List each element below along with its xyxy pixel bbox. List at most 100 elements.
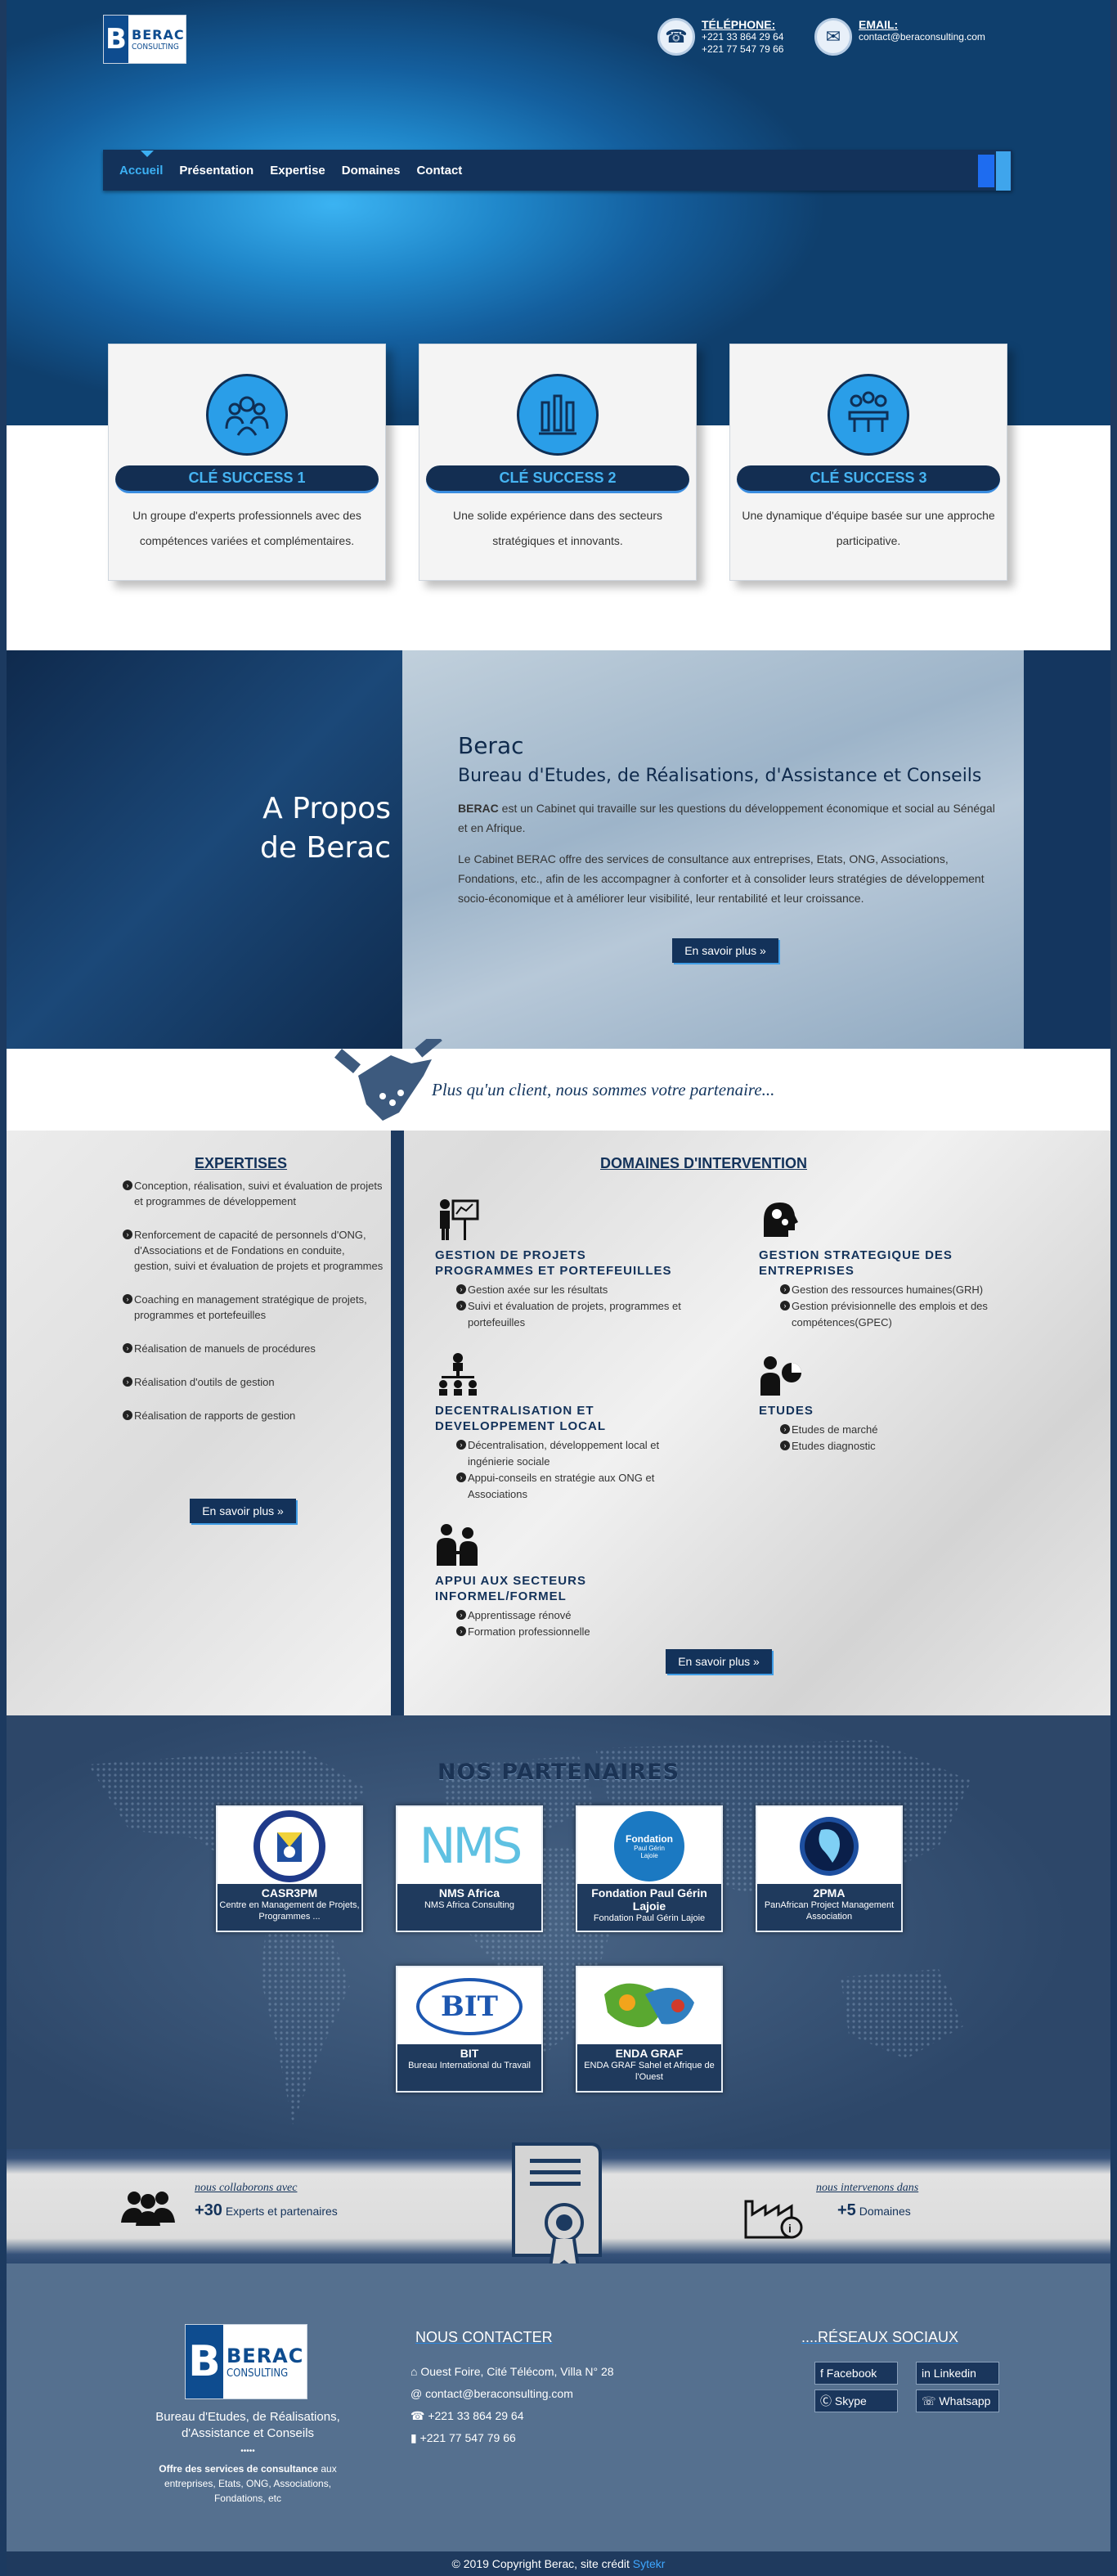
- about-brand: BERAC: [458, 802, 499, 815]
- page: B BERAC CONSULTING ☎ TÉLÉPHONE: +221 33 …: [7, 0, 1110, 2576]
- logo-sub: CONSULTING: [132, 43, 179, 52]
- nav-domaines[interactable]: Domaines: [342, 164, 401, 178]
- logo-b-mark: B: [186, 2325, 223, 2398]
- linkedin-icon: in: [922, 2367, 934, 2380]
- factory-icon: i: [744, 2200, 803, 2239]
- nav-toggle-button[interactable]: [978, 151, 1011, 191]
- 2pma-logo: [757, 1807, 901, 1886]
- about-section: A Propos de Berac Berac Bureau d'Etudes,…: [7, 650, 1110, 1049]
- partner-name: NMS Africa: [438, 1886, 500, 1899]
- chevron-right-icon: ›: [123, 1377, 132, 1387]
- success-card-2: CLÉ SUCCESS 2 Une solide expérience dans…: [419, 344, 697, 581]
- footer-phone[interactable]: ☎ +221 33 864 29 64: [410, 2409, 524, 2423]
- domaines-more-button[interactable]: En savoir plus »: [666, 1649, 772, 1674]
- nav-contact[interactable]: Contact: [416, 164, 462, 178]
- stat-experts-number: +30: [195, 2201, 222, 2219]
- certificate-icon: [512, 2142, 602, 2277]
- chevron-right-icon: ›: [456, 1301, 466, 1310]
- stat-experts: nous collaborons avec +30 Experts et par…: [195, 2182, 338, 2220]
- partner-card-enda-graf[interactable]: ENDA GRAF ENDA GRAF Sahel et Afrique de l…: [576, 1966, 723, 2093]
- people-group-icon: [121, 2192, 175, 2226]
- about-paragraph-1: BERAC est un Cabinet qui travaille sur l…: [458, 802, 995, 834]
- chevron-right-icon: ›: [456, 1610, 466, 1620]
- domain-title: GESTION DE PROJETS PROGRAMMES ET PORTEFE…: [435, 1248, 672, 1278]
- phone-2[interactable]: +221 77 547 79 66: [702, 43, 783, 56]
- footer-dots: •••••: [240, 2447, 255, 2456]
- nav-expertise[interactable]: Expertise: [270, 164, 325, 178]
- list-item: › Décentralisation, développement local e…: [456, 1437, 705, 1470]
- partner-name: Fondation Paul Gérin Lajoie: [591, 1886, 707, 1913]
- main-nav: Accueil Présentation Expertise Domaines …: [103, 150, 1012, 191]
- partner-card-fondation-pgl[interactable]: Fondation Paul Gérin Lajoie Fondation Pa…: [576, 1805, 723, 1932]
- about-more-button[interactable]: En savoir plus »: [672, 938, 778, 963]
- nav-presentation[interactable]: Présentation: [179, 164, 253, 178]
- bit-logo-text: BIT: [441, 1990, 498, 2023]
- nms-logo: NMS: [397, 1807, 541, 1886]
- partner-card-2pma[interactable]: 2PMA PanAfrican Project Management Associ…: [756, 1805, 903, 1932]
- analyst-chart-icon: [760, 1356, 801, 1396]
- domain-title: ETUDES: [759, 1404, 814, 1418]
- list-item: › Appui-conseils en stratégie aux ONG et …: [456, 1470, 705, 1503]
- slogan-section: Plus qu'un client, nous sommes votre par…: [7, 1039, 1110, 1131]
- partner-desc: Centre en Management de Projets, Program…: [219, 1900, 360, 1922]
- domain-title: GESTION STRATEGIQUE DES ENTREPRISES: [759, 1248, 953, 1278]
- partner-name: ENDA GRAF: [615, 2047, 684, 2060]
- facebook-link[interactable]: f Facebook: [814, 2362, 898, 2385]
- email-contact: ✉ EMAIL: contact@beraconsulting.com: [814, 18, 985, 56]
- success-card-title: CLÉ SUCCESS 2: [426, 465, 689, 493]
- credit-link[interactable]: Sytekr: [633, 2557, 666, 2570]
- partner-card-casr3pm[interactable]: CASR3PM Centre en Management de Projets, …: [216, 1805, 363, 1932]
- partner-desc: NMS Africa Consulting: [424, 1900, 515, 1910]
- partner-desc: PanAfrican Project Management Associatio…: [764, 1900, 895, 1922]
- chevron-right-icon: ›: [123, 1294, 132, 1304]
- footer-email[interactable]: @ contact@beraconsulting.com: [410, 2387, 573, 2400]
- domaines-title: DOMAINES D'INTERVENTION: [600, 1155, 807, 1171]
- chevron-right-icon: ›: [123, 1180, 132, 1190]
- linkedin-link[interactable]: in Linkedin: [916, 2362, 999, 2385]
- slogan-text: Plus qu'un client, nous sommes votre par…: [432, 1080, 775, 1099]
- about-heading-panel: A Propos de Berac: [7, 650, 402, 1049]
- chevron-right-icon: ›: [123, 1343, 132, 1353]
- partner-card-bit[interactable]: BIT BIT Bureau International du Travail: [396, 1966, 543, 2093]
- success-card-title: CLÉ SUCCESS 1: [115, 465, 379, 493]
- list-item: › Etudes de marché: [780, 1422, 1029, 1438]
- list-item: › Renforcement de capacité de personnels …: [123, 1227, 384, 1274]
- phone-1[interactable]: +221 33 864 29 64: [702, 31, 783, 43]
- phone-label: TÉLÉPHONE:: [702, 18, 776, 31]
- logo-brand: BERAC: [227, 2344, 304, 2367]
- expertises-more-button[interactable]: En savoir plus »: [190, 1499, 296, 1523]
- expertises-list: › Conception, réalisation, suivi et évalu…: [123, 1160, 384, 1423]
- about-paragraph-2: Le Cabinet BERAC offre des services de c…: [458, 852, 985, 905]
- fondation-logo-sub: Paul Gérin Lajoie: [634, 1845, 665, 1859]
- domain-title: DECENTRALISATION ET DEVELOPPEMENT LOCAL: [435, 1404, 607, 1433]
- copyright-text: © 2019 Copyright Berac, site crédit: [451, 2557, 633, 2570]
- domain-decentralisation: DECENTRALISATION ET DEVELOPPEMENT LOCAL …: [435, 1351, 705, 1503]
- chevron-right-icon: ›: [780, 1301, 790, 1310]
- footer-mobile[interactable]: ▮ +221 77 547 79 66: [410, 2431, 516, 2445]
- success-card-1: CLÉ SUCCESS 1 Un groupe d'experts profes…: [108, 344, 386, 581]
- whatsapp-icon: ☏: [922, 2394, 940, 2407]
- footer-logo[interactable]: B BERAC CONSULTING: [185, 2324, 307, 2399]
- copyright-bar: © 2019 Copyright Berac, site crédit Syte…: [7, 2551, 1110, 2576]
- partner-card-nms-africa[interactable]: NMS NMS Africa NMS Africa Consulting: [396, 1805, 543, 1932]
- chevron-right-icon: ›: [780, 1441, 790, 1450]
- nav-accueil[interactable]: Accueil: [119, 150, 163, 178]
- casr3pm-logo: [218, 1807, 361, 1886]
- email-link[interactable]: contact@beraconsulting.com: [859, 31, 985, 43]
- social-title: ....RÉSEAUX SOCIAUX: [801, 2329, 959, 2345]
- partner-desc: ENDA GRAF Sahel et Afrique de l'Ouest: [584, 2061, 715, 2082]
- stat-domaines-label: Domaines: [855, 2205, 911, 2218]
- success-card-title: CLÉ SUCCESS 3: [737, 465, 1000, 493]
- footer: B BERAC CONSULTING Bureau d'Etudes, de R…: [7, 2264, 1110, 2551]
- list-item: › Gestion des ressources humaines(GRH): [780, 1282, 1029, 1298]
- list-item: › Réalisation de rapports de gestion: [123, 1408, 384, 1423]
- list-item: › Réalisation de manuels de procédures: [123, 1341, 384, 1356]
- domain-gestion-projets: GESTION DE PROJETS PROGRAMMES ET PORTEFE…: [435, 1196, 705, 1331]
- about-title: Berac: [458, 732, 524, 759]
- skype-link[interactable]: Ⓒ Skype: [814, 2389, 898, 2412]
- logo[interactable]: B BERAC CONSULTING: [103, 15, 186, 64]
- whatsapp-link[interactable]: ☏ Whatsapp: [916, 2389, 999, 2412]
- phone-icon: ☎: [657, 18, 695, 56]
- success-card-desc: Un groupe d'experts professionnels avec …: [132, 509, 361, 547]
- logo-brand: BERAC: [132, 27, 185, 43]
